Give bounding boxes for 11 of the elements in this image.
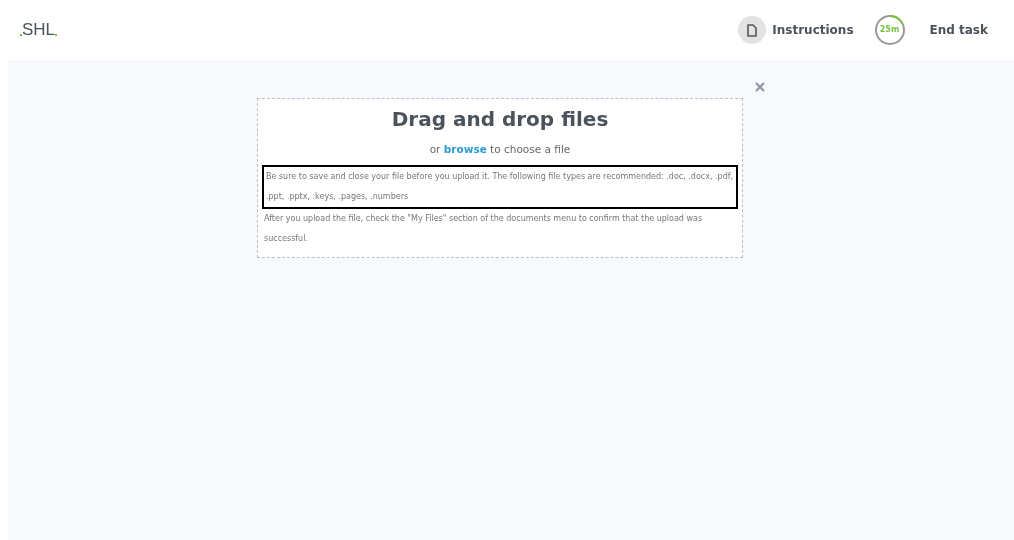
logo-text: SHL [22,20,56,40]
document-icon [738,16,767,44]
instructions-button[interactable]: Instructions [738,16,854,44]
dialog-title: Drag and drop files [390,107,610,131]
end-task-button[interactable]: End task [925,23,988,37]
upload-note: After you upload the file, check the "My Files" section of the documents menu to confirm that the upload was successful. [263,213,704,245]
upload-note: Be sure to save and close your file before you upload it. The following file types are recommended: .doc, .docx, .pdf, .ppt, .pptx, .keys, .pages, .numbers [262,165,738,209]
timer-ring [873,14,906,46]
timer-label: 25m [879,25,900,35]
upload-dropzone[interactable] [257,98,743,258]
browse-sentence: or browse to choose a file [428,143,572,155]
